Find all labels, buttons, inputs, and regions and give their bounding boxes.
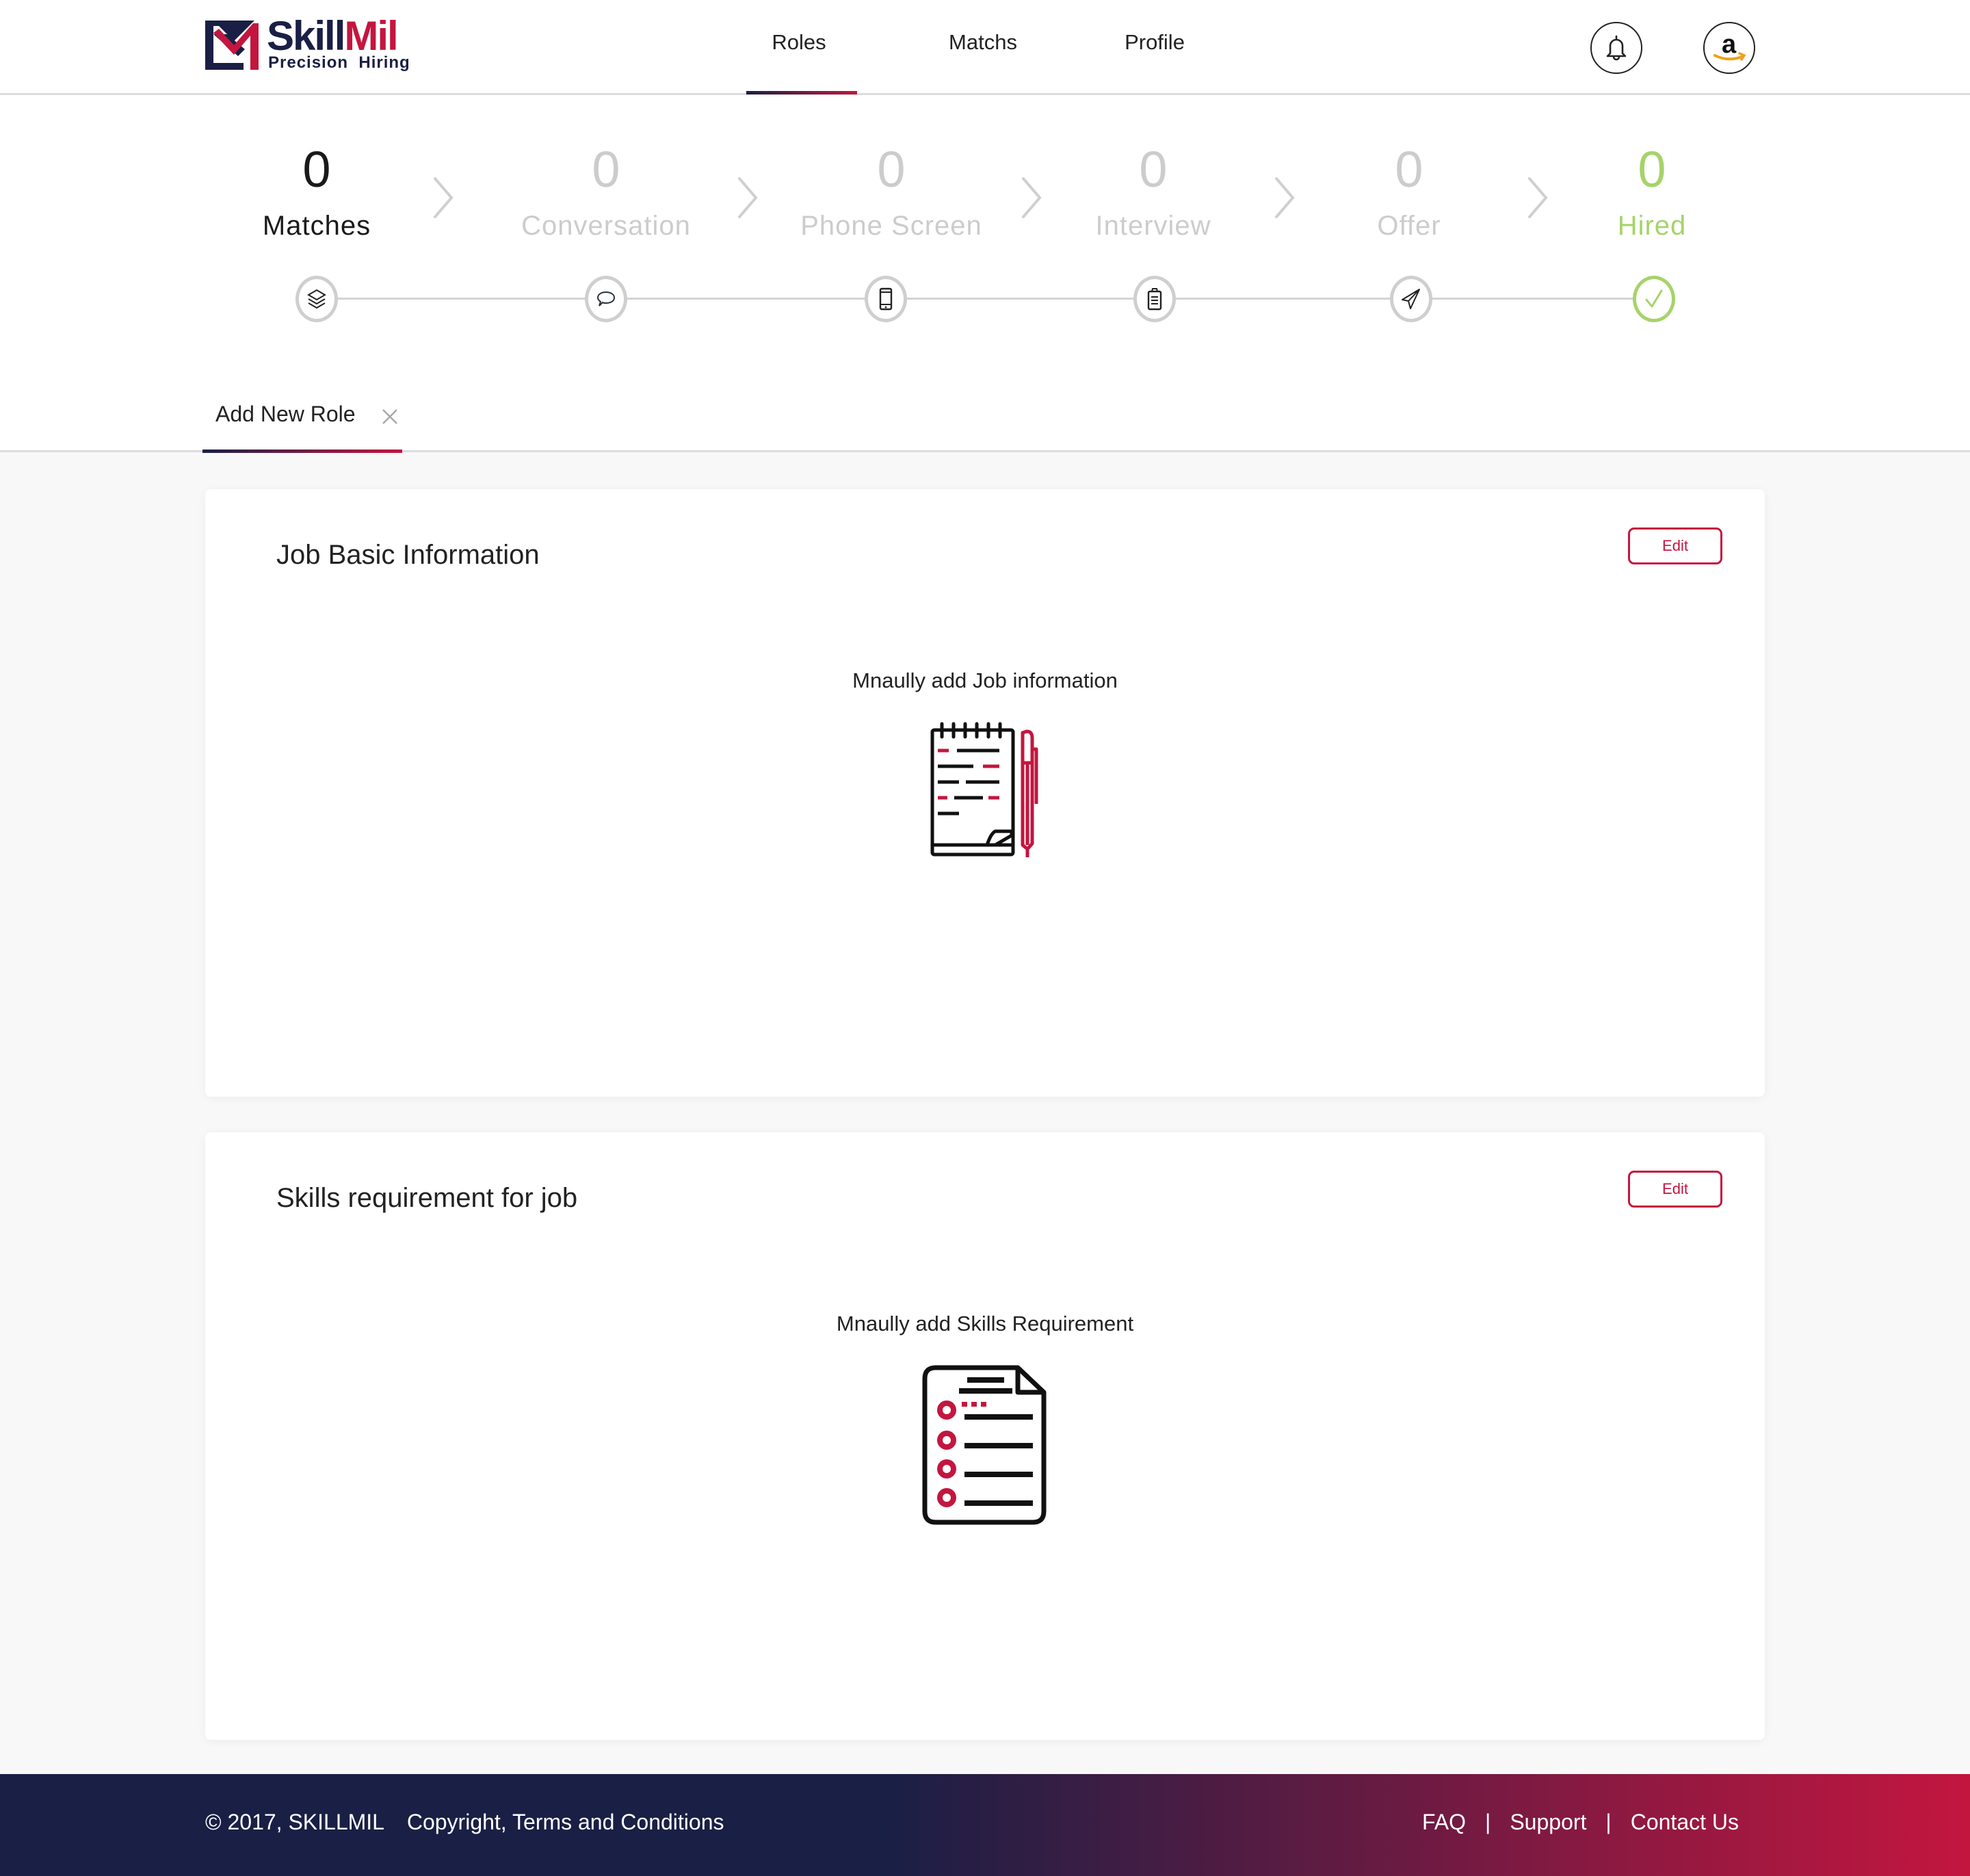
hiring-pipeline: 0 Matches 0 Conversation 0 Phone Screen …: [0, 95, 1970, 453]
nav-profile[interactable]: Profile: [1125, 30, 1185, 55]
chevron-right-icon: [738, 177, 758, 218]
copyright-text: © 2017, SKILLMIL: [205, 1810, 384, 1834]
logo-tagline: Precision Hiring: [268, 53, 410, 72]
step-phone-screen[interactable]: 0 Phone Screen: [754, 139, 1028, 243]
mobile-phone-icon: [879, 287, 893, 311]
edit-skills-button[interactable]: Edit: [1628, 1171, 1722, 1208]
footer-left: © 2017, SKILLMIL Copyright, Terms and Co…: [205, 1810, 724, 1835]
footer-links: FAQ | Support | Contact Us: [1422, 1810, 1739, 1835]
step-node-matches[interactable]: [296, 276, 338, 322]
chevron-right-icon: [434, 177, 454, 218]
edit-job-info-button[interactable]: Edit: [1628, 527, 1722, 564]
step-hired[interactable]: 0 Hired: [1515, 139, 1789, 243]
nav-roles[interactable]: Roles: [772, 30, 826, 55]
step-count: 0: [877, 141, 906, 198]
step-count: 0: [1139, 141, 1168, 198]
link-separator: |: [1605, 1810, 1612, 1834]
chevron-right-icon: [1528, 177, 1548, 218]
step-count: 0: [302, 141, 331, 198]
step-node-interview[interactable]: [1133, 276, 1176, 322]
step-label: Interview: [1095, 211, 1211, 241]
nav-active-indicator: [746, 91, 857, 94]
tab-active-indicator: [202, 450, 402, 453]
step-node-phone-screen[interactable]: [865, 276, 907, 322]
step-interview[interactable]: 0 Interview: [1016, 139, 1290, 243]
pipeline-track: [317, 298, 1652, 300]
step-node-hired[interactable]: [1633, 276, 1675, 322]
step-label: Conversation: [521, 211, 691, 241]
notepad-pen-icon[interactable]: [927, 722, 1043, 859]
contact-us-link[interactable]: Contact Us: [1631, 1810, 1739, 1835]
skillmil-logo[interactable]: SkillMil Precision Hiring: [204, 13, 410, 75]
paper-plane-icon: [1402, 289, 1420, 309]
top-header: SkillMil Precision Hiring Roles Matchs P…: [0, 0, 1970, 95]
job-basic-information-card: Job Basic Information Edit Mnaully add J…: [205, 489, 1765, 1097]
tab-add-new-role[interactable]: Add New Role: [215, 402, 356, 427]
footer: © 2017, SKILLMIL Copyright, Terms and Co…: [0, 1774, 1970, 1876]
card-hint: Mnaully add Skills Requirement: [836, 1312, 1134, 1336]
card-title: Skills requirement for job: [276, 1183, 578, 1213]
step-matches[interactable]: 0 Matches: [180, 139, 454, 243]
step-node-offer[interactable]: [1390, 276, 1432, 322]
step-count: 0: [1395, 141, 1423, 198]
logo-name-skill: Skill: [267, 13, 345, 59]
card-hint: Mnaully add Job information: [852, 668, 1118, 692]
step-label: Matches: [262, 211, 371, 241]
account-avatar-button[interactable]: a: [1703, 22, 1755, 74]
step-label: Offer: [1377, 211, 1441, 241]
support-link[interactable]: Support: [1510, 1810, 1586, 1835]
step-offer[interactable]: 0 Offer: [1272, 139, 1546, 243]
chevron-right-icon: [1022, 177, 1042, 218]
nav-matchs[interactable]: Matchs: [949, 30, 1017, 55]
clipboard-icon: [1147, 288, 1162, 311]
bell-icon: [1606, 35, 1627, 61]
skills-requirement-card: Skills requirement for job Edit Mnaully …: [205, 1132, 1765, 1740]
chevron-right-icon: [1275, 177, 1295, 218]
logo-mark-icon: [205, 21, 259, 70]
step-conversation[interactable]: 0 Conversation: [469, 139, 743, 243]
notifications-button[interactable]: [1590, 22, 1642, 74]
step-count: 0: [1638, 141, 1666, 198]
terms-link[interactable]: Copyright, Terms and Conditions: [407, 1810, 724, 1834]
step-count: 0: [592, 141, 620, 198]
close-tab-icon[interactable]: [380, 407, 399, 426]
layers-icon: [307, 289, 326, 309]
step-label: Phone Screen: [800, 211, 982, 241]
faq-link[interactable]: FAQ: [1422, 1810, 1466, 1835]
amazon-logo-icon: a: [1713, 31, 1746, 61]
chat-bubble-icon: [596, 291, 616, 307]
step-label: Hired: [1617, 211, 1687, 241]
checklist-document-icon[interactable]: [922, 1365, 1048, 1525]
checkmark-icon: [1645, 289, 1663, 308]
svg-text:a: a: [1722, 31, 1737, 59]
logo-name-mil: Mil: [344, 13, 398, 59]
link-separator: |: [1485, 1810, 1491, 1834]
step-node-conversation[interactable]: [585, 276, 627, 322]
card-title: Job Basic Information: [276, 540, 540, 570]
